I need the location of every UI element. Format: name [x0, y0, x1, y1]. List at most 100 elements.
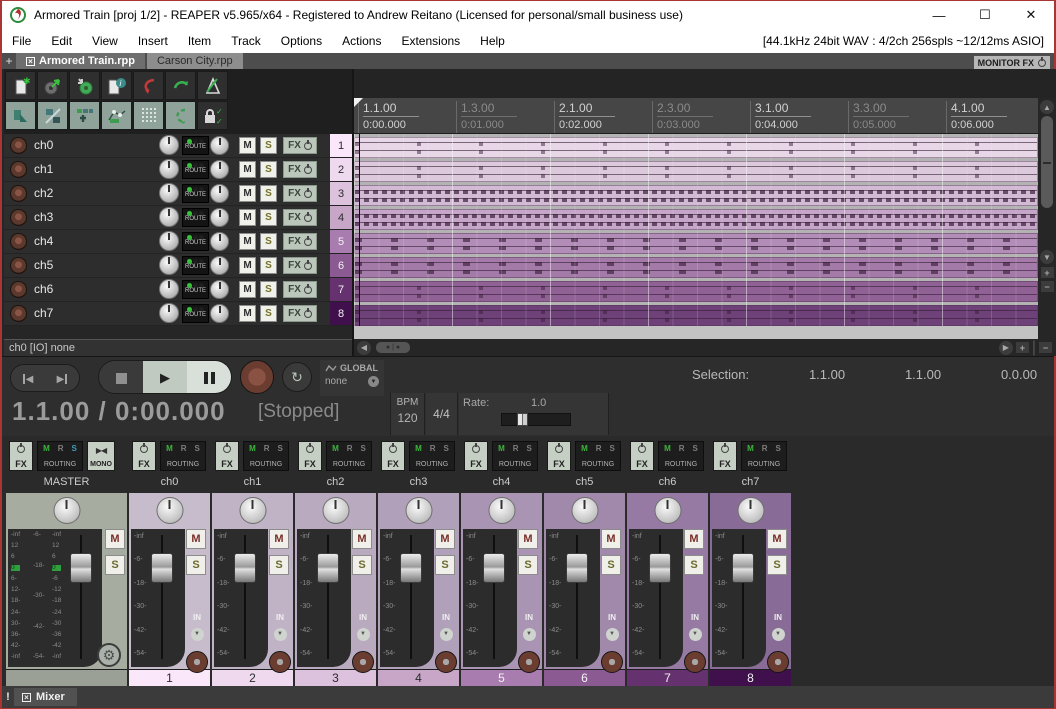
- master-solo-button[interactable]: S: [105, 555, 125, 575]
- mixer-fx-button[interactable]: FX: [547, 441, 571, 471]
- scroll-down-icon[interactable]: ▼: [1040, 250, 1054, 264]
- mixer-fx-button[interactable]: FX: [298, 441, 322, 471]
- menu-item[interactable]: Item: [178, 31, 221, 51]
- solo-button[interactable]: S: [352, 555, 372, 575]
- route-button[interactable]: ROUTE: [182, 232, 209, 251]
- fader-handle[interactable]: [70, 553, 92, 583]
- pause-button[interactable]: [187, 361, 231, 394]
- record-arm-button[interactable]: [269, 651, 291, 673]
- bpm-value[interactable]: 120: [391, 411, 424, 425]
- undo-button[interactable]: [133, 71, 164, 100]
- fx-power-icon[interactable]: [304, 286, 312, 294]
- project-settings-button[interactable]: i: [101, 71, 132, 100]
- fx-button[interactable]: FX: [283, 281, 317, 298]
- fader-handle[interactable]: [483, 553, 505, 583]
- media-item[interactable]: [354, 281, 1038, 302]
- mute-button[interactable]: M: [239, 305, 256, 322]
- volume-fader[interactable]: [244, 535, 246, 659]
- zoom-in-button[interactable]: +: [1016, 342, 1029, 353]
- volume-fader[interactable]: [659, 535, 661, 659]
- record-arm-button[interactable]: [10, 161, 27, 178]
- open-project-button[interactable]: [37, 71, 68, 100]
- mute-button[interactable]: M: [239, 161, 256, 178]
- pan-knob[interactable]: [654, 497, 681, 524]
- fx-button[interactable]: FX: [283, 161, 317, 178]
- fx-power-icon[interactable]: [304, 142, 312, 150]
- pan-knob[interactable]: [210, 304, 229, 323]
- pan-knob[interactable]: [571, 497, 598, 524]
- master-settings-gear-icon[interactable]: ⚙: [97, 643, 121, 667]
- go-to-start-button[interactable]: ◀: [11, 365, 45, 392]
- project-tab-inactive[interactable]: Carson City.rpp: [147, 53, 243, 69]
- mixer-docker-tab[interactable]: × Mixer: [14, 688, 77, 706]
- mixer-fx-button[interactable]: FX: [215, 441, 239, 471]
- record-arm-button[interactable]: [10, 137, 27, 154]
- route-button[interactable]: ROUTE: [182, 160, 209, 179]
- mute-button[interactable]: M: [269, 529, 289, 549]
- pan-knob[interactable]: [210, 184, 229, 203]
- close-tab-icon[interactable]: ×: [26, 57, 35, 66]
- media-item[interactable]: [354, 161, 1038, 182]
- track-name[interactable]: ch1: [34, 162, 53, 176]
- volume-knob[interactable]: [159, 231, 179, 251]
- track-lane[interactable]: [354, 278, 1038, 302]
- media-item[interactable]: [354, 185, 1038, 206]
- mute-button[interactable]: M: [239, 281, 256, 298]
- record-arm-button[interactable]: [10, 257, 27, 274]
- fx-power-icon[interactable]: [304, 190, 312, 198]
- save-project-button[interactable]: [69, 71, 100, 100]
- vertical-scroll-thumb[interactable]: [1041, 116, 1053, 208]
- horizontal-scroll-thumb[interactable]: ●|●: [376, 342, 410, 353]
- volume-knob[interactable]: [159, 279, 179, 299]
- mute-button[interactable]: M: [684, 529, 704, 549]
- mute-button[interactable]: M: [239, 185, 256, 202]
- route-button[interactable]: ROUTE: [182, 256, 209, 275]
- route-button[interactable]: ROUTE: [182, 304, 209, 323]
- track-panel-row[interactable]: ch1 ROUTE M S FX 2: [4, 158, 352, 181]
- mute-button[interactable]: M: [239, 257, 256, 274]
- pan-knob[interactable]: [210, 208, 229, 227]
- track-panel-row[interactable]: ch6 ROUTE M S FX 7: [4, 278, 352, 301]
- docker-alert[interactable]: !: [2, 691, 14, 703]
- metronome-button[interactable]: [197, 71, 228, 100]
- track-name[interactable]: ch2: [34, 186, 53, 200]
- volume-knob[interactable]: [159, 135, 179, 155]
- solo-button[interactable]: S: [601, 555, 621, 575]
- selection-end[interactable]: 1.1.00: [889, 367, 941, 382]
- close-button[interactable]: ✕: [1008, 1, 1054, 29]
- rate-slider[interactable]: [501, 413, 571, 426]
- fx-power-icon[interactable]: [638, 445, 646, 453]
- solo-button[interactable]: S: [186, 555, 206, 575]
- fx-button[interactable]: FX: [283, 257, 317, 274]
- record-button[interactable]: [240, 360, 274, 394]
- fx-power-icon[interactable]: [304, 238, 312, 246]
- master-routing-button[interactable]: MRS ROUTING: [37, 441, 83, 471]
- track-lane[interactable]: [354, 206, 1038, 230]
- solo-button[interactable]: S: [767, 555, 787, 575]
- mixer-routing-button[interactable]: MRS ROUTING: [160, 441, 206, 471]
- volume-knob[interactable]: [159, 159, 179, 179]
- solo-button[interactable]: S: [260, 209, 277, 226]
- mute-button[interactable]: M: [239, 137, 256, 154]
- menu-item[interactable]: Insert: [128, 31, 178, 51]
- menu-item[interactable]: Actions: [332, 31, 391, 51]
- input-select-icon[interactable]: ▼: [191, 628, 204, 641]
- mute-button[interactable]: M: [239, 209, 256, 226]
- mixer-routing-button[interactable]: MRS ROUTING: [492, 441, 538, 471]
- menu-item[interactable]: Help: [470, 31, 515, 51]
- loop-points-link-button[interactable]: [165, 101, 196, 130]
- master-volume-fader[interactable]: [80, 535, 82, 659]
- pan-knob[interactable]: [322, 497, 349, 524]
- media-item[interactable]: [354, 209, 1038, 230]
- selection-length[interactable]: 0.0.00: [985, 367, 1037, 382]
- master-mono-button[interactable]: ▶◀ MONO: [87, 441, 115, 471]
- track-lane[interactable]: [354, 134, 1038, 158]
- input-select-icon[interactable]: ▼: [689, 628, 702, 641]
- fx-power-icon[interactable]: [17, 445, 25, 453]
- mixer-fx-button[interactable]: FX: [713, 441, 737, 471]
- record-arm-button[interactable]: [10, 281, 27, 298]
- solo-button[interactable]: S: [269, 555, 289, 575]
- mixer-routing-button[interactable]: MRS ROUTING: [326, 441, 372, 471]
- fx-power-icon[interactable]: [721, 445, 729, 453]
- master-pan-knob[interactable]: [53, 497, 80, 524]
